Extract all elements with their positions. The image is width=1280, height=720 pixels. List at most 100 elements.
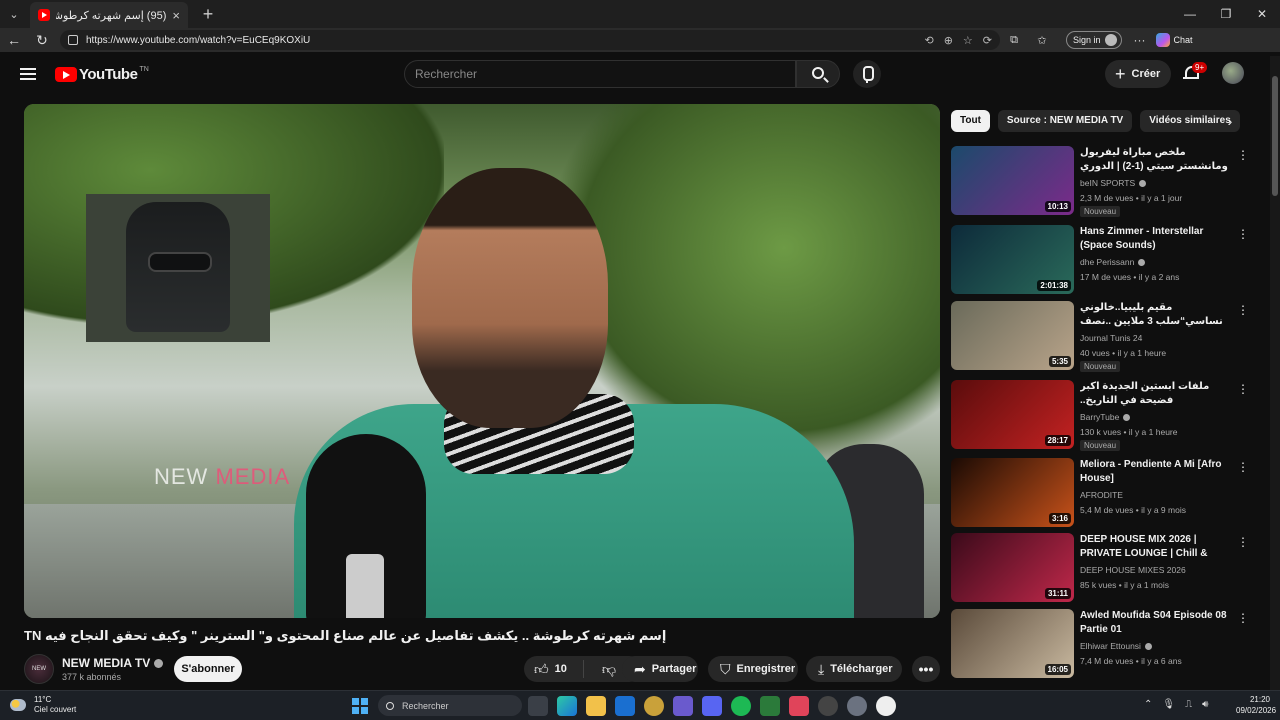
chip-source[interactable]: Source : NEW MEDIA TV [997, 110, 1133, 132]
account-avatar[interactable] [1222, 62, 1244, 84]
system-clock[interactable]: 21:20 09/02/2026 [1236, 694, 1276, 716]
youtube-logo[interactable]: YouTube TN [55, 66, 149, 83]
extensions-icon[interactable]: ⧉ [1000, 34, 1028, 47]
video-thumbnail[interactable]: 2:01:38 [951, 225, 1074, 294]
volume-icon[interactable]: 🔊︎ [1202, 699, 1208, 710]
address-bar[interactable]: https://www.youtube.com/watch?v=EuCEq9KO… [60, 30, 1000, 50]
video-thumbnail[interactable]: 16:05 [951, 609, 1074, 678]
terminal-icon[interactable] [760, 696, 780, 716]
more-icon: ••• [918, 661, 934, 677]
minimize-button[interactable]: — [1172, 0, 1208, 28]
kebab-menu-icon[interactable]: ⋮ [1237, 148, 1249, 162]
translate-icon[interactable]: ⟲ [924, 34, 933, 47]
close-window-button[interactable]: ✕ [1244, 0, 1280, 28]
video-thumbnail[interactable]: 10:13 [951, 146, 1074, 215]
video-thumbnail[interactable]: 5:35 [951, 301, 1074, 370]
taskbar-search[interactable]: Rechercher [378, 695, 522, 716]
channel-name[interactable]: NEW MEDIA TV [62, 656, 164, 670]
recommendation-channel[interactable]: dhe Perissann [1080, 257, 1146, 267]
network-icon[interactable]: ⎍ [1185, 699, 1192, 710]
video-thumbnail[interactable]: 31:11 [951, 533, 1074, 602]
task-view-icon[interactable] [528, 696, 548, 716]
discord-icon[interactable] [702, 696, 722, 716]
weather-condition: Ciel couvert [34, 705, 77, 714]
video-thumbnail[interactable]: 3:16 [951, 458, 1074, 527]
reload-button[interactable]: ↻ [28, 32, 56, 49]
zoom-icon[interactable]: ⊕ [944, 34, 953, 47]
copilot-chat-button[interactable]: Chat [1155, 33, 1193, 47]
teams-icon[interactable] [673, 696, 693, 716]
download-button[interactable]: ⤓ Télécharger [806, 656, 902, 682]
recommendation-title[interactable]: DEEP HOUSE MIX 2026 | PRIVATE LOUNGE | C… [1080, 533, 1232, 561]
kebab-menu-icon[interactable]: ⋮ [1237, 460, 1249, 474]
recommendation-channel[interactable]: DEEP HOUSE MIXES 2026 [1080, 565, 1186, 575]
recommendation-item[interactable]: 31:11 DEEP HOUSE MIX 2026 | PRIVATE LOUNG… [951, 533, 1251, 603]
new-tab-button[interactable]: + [198, 4, 218, 25]
video-player[interactable]: NEW MEDIA [24, 104, 940, 618]
recommendation-channel[interactable]: beIN SPORTS [1080, 178, 1147, 188]
recommendation-title[interactable]: مقيم بليبيا..خالوني نساسي“سلب 3 ملايين .… [1080, 301, 1232, 329]
edge-icon[interactable] [557, 696, 577, 716]
spotify-icon[interactable] [731, 696, 751, 716]
recommendation-title[interactable]: ملفات ابستين الجديدة اكبر فضيحة في التار… [1080, 380, 1232, 408]
recommendation-channel[interactable]: AFRODITE [1080, 490, 1123, 500]
site-info-icon[interactable] [68, 35, 78, 45]
recommendation-channel[interactable]: Journal Tunis 24 [1080, 333, 1142, 343]
kebab-menu-icon[interactable]: ⋮ [1237, 535, 1249, 549]
kebab-menu-icon[interactable]: ⋮ [1237, 382, 1249, 396]
recommendation-item[interactable]: 3:16 Meliora - Pendiente A Mi [Afro House… [951, 458, 1251, 528]
outlook-icon[interactable] [615, 696, 635, 716]
browser-menu-icon[interactable]: ··· [1134, 33, 1146, 47]
app-red-icon[interactable] [789, 696, 809, 716]
maximize-button[interactable]: ❐ [1208, 0, 1244, 28]
close-tab-icon[interactable]: × [172, 8, 180, 23]
settings-gear-icon[interactable] [847, 696, 867, 716]
recommendation-item[interactable]: 16:05 Awled Moufida S04 Episode 08 Partie… [951, 609, 1251, 679]
new-badge: Nouveau [1080, 206, 1121, 217]
channel-avatar[interactable]: NEW [24, 654, 54, 684]
app-circle-icon[interactable] [644, 696, 664, 716]
recommendation-item[interactable]: 2:01:38 Hans Zimmer - Interstellar (Space… [951, 225, 1251, 295]
obs-icon[interactable] [818, 696, 838, 716]
refresh-icon[interactable]: ⟳ [983, 34, 992, 47]
scrollbar-thumb[interactable] [1272, 76, 1278, 196]
like-button[interactable]: 👍︎ 10 [524, 660, 584, 678]
kebab-menu-icon[interactable]: ⋮ [1237, 227, 1249, 241]
recommendation-item[interactable]: 5:35 مقيم بليبيا..خالوني نساسي“سلب 3 ملاي… [951, 301, 1251, 372]
weather-widget[interactable]: 11°C Ciel couvert [10, 695, 76, 715]
video-thumbnail[interactable]: 28:17 [951, 380, 1074, 449]
chevron-right-icon[interactable]: › [1220, 110, 1240, 132]
tray-chevron-icon[interactable]: ⌃ [1144, 699, 1152, 710]
tab-actions-button[interactable]: ⌄ [0, 0, 28, 28]
browser-tab[interactable]: (95) إسم شهرته كرطوشة .. يكشف تفاصيل عن … [30, 2, 188, 28]
create-button[interactable]: + Créer [1105, 60, 1171, 88]
kebab-menu-icon[interactable]: ⋮ [1237, 611, 1249, 625]
share-button[interactable]: ➦ Partager [622, 656, 698, 682]
search-input[interactable] [415, 67, 775, 81]
file-explorer-icon[interactable] [586, 696, 606, 716]
microphone-tray-icon[interactable]: 🎙︎ [1162, 699, 1175, 710]
favorite-star-icon[interactable]: ☆ [963, 34, 973, 47]
kebab-menu-icon[interactable]: ⋮ [1237, 303, 1249, 317]
recommendation-title[interactable]: Meliora - Pendiente A Mi [Afro House] [1080, 458, 1232, 486]
windows-start-icon[interactable] [352, 698, 368, 714]
search-button[interactable] [796, 60, 840, 88]
recommendation-channel[interactable]: BarryTube [1080, 412, 1131, 422]
menu-icon[interactable] [20, 68, 36, 80]
recommendation-title[interactable]: Hans Zimmer - Interstellar (Space Sounds… [1080, 225, 1232, 253]
save-button[interactable]: ⛉ Enregistrer [708, 656, 798, 682]
recommendation-item[interactable]: 28:17 ملفات ابستين الجديدة اكبر فضيحة في … [951, 380, 1251, 451]
app-g-icon[interactable] [876, 696, 896, 716]
back-button[interactable]: ← [0, 32, 28, 48]
sign-in-button[interactable]: Sign in [1066, 31, 1122, 49]
recommendation-title[interactable]: Awled Moufida S04 Episode 08 Partie 01 [1080, 609, 1232, 637]
more-actions-button[interactable]: ••• [912, 656, 940, 682]
favorites-icon[interactable]: ✩ [1028, 34, 1056, 47]
voice-search-icon[interactable] [853, 60, 881, 88]
subscribe-button[interactable]: S'abonner [174, 656, 242, 682]
page-scrollbar[interactable] [1270, 56, 1280, 690]
recommendation-title[interactable]: ملخص مباراة ليفربول ومانشستر سيتي (1-2) … [1080, 146, 1232, 174]
recommendation-channel[interactable]: Elhiwar Ettounsi [1080, 641, 1152, 651]
chip-all[interactable]: Tout [951, 110, 990, 132]
recommendation-item[interactable]: 10:13 ملخص مباراة ليفربول ومانشستر سيتي (… [951, 146, 1251, 217]
